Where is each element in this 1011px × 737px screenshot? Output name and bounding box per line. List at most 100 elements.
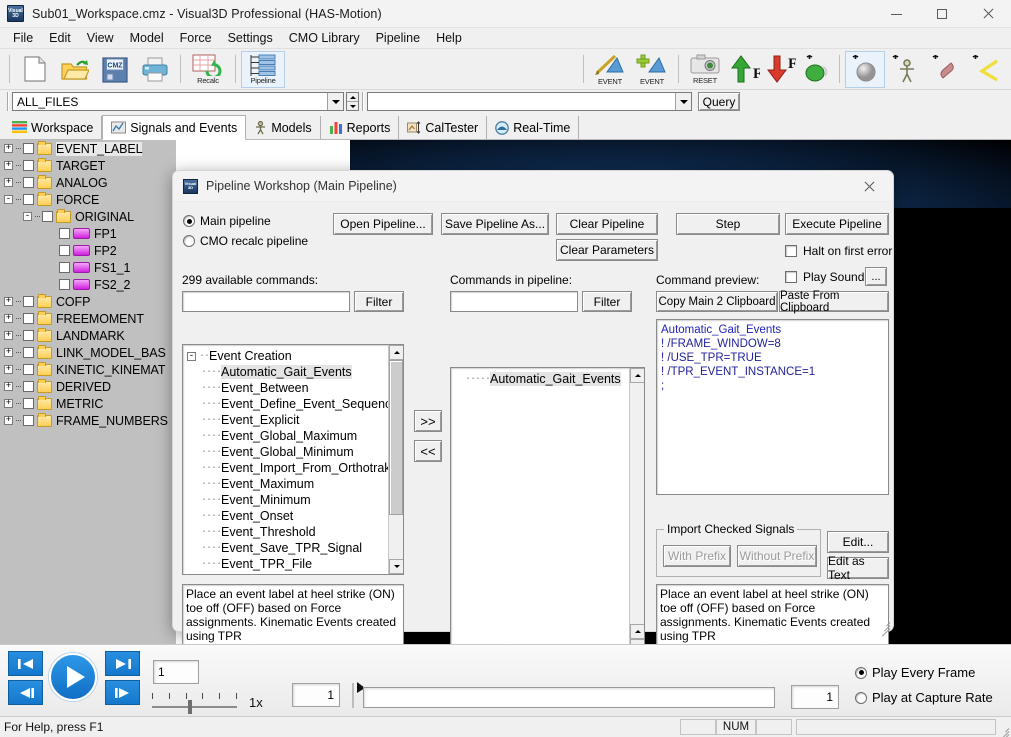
tab-reports[interactable]: Reports xyxy=(321,116,400,139)
tab-caltester[interactable]: CalTester xyxy=(399,116,488,139)
menu-item-help[interactable]: Help xyxy=(428,29,470,47)
available-filter-input[interactable] xyxy=(182,291,350,312)
force-up-button[interactable]: F xyxy=(726,51,762,88)
pipeline-list-item[interactable]: ····· Automatic_Gait_Events xyxy=(455,371,644,387)
timeline-track[interactable] xyxy=(363,687,775,708)
tree-expander-icon[interactable]: + xyxy=(4,365,13,374)
scroll-thumb[interactable] xyxy=(389,360,403,515)
tree-node-checkbox[interactable] xyxy=(23,177,34,188)
tree-expander-icon[interactable]: + xyxy=(4,178,13,187)
tree-expander-icon[interactable]: + xyxy=(4,161,13,170)
tree-node-landmark[interactable]: + LANDMARK xyxy=(0,327,176,344)
current-frame-input[interactable]: 1 xyxy=(292,683,340,707)
tree-node-frame_numbers[interactable]: + FRAME_NUMBERS xyxy=(0,412,176,429)
event-edit-button[interactable]: EVENT xyxy=(589,51,631,88)
scroll-up-button[interactable] xyxy=(630,368,644,383)
command-list-item[interactable]: ···· Event_Explicit xyxy=(187,412,403,428)
tree-node-fp2[interactable]: FP2 xyxy=(0,242,176,259)
tree-node-checkbox[interactable] xyxy=(59,262,70,273)
menu-item-settings[interactable]: Settings xyxy=(220,29,281,47)
reset-camera-button[interactable]: RESET xyxy=(684,51,726,88)
tree-expander-icon[interactable]: - xyxy=(4,195,13,204)
scroll-down-button[interactable] xyxy=(389,559,403,574)
tree-expander-icon[interactable]: + xyxy=(4,331,13,340)
command-list-item[interactable]: ···· Event_Define_Event_Sequence xyxy=(187,396,403,412)
radio-main-pipeline[interactable]: Main pipeline xyxy=(183,214,271,228)
move-left-button[interactable]: << xyxy=(414,440,442,462)
menu-item-view[interactable]: View xyxy=(79,29,122,47)
radio-play-every-frame[interactable]: Play Every Frame xyxy=(855,665,975,680)
frame-number-input[interactable]: 1 xyxy=(153,660,199,684)
command-list-item[interactable]: ···· Event_Onset xyxy=(187,508,403,524)
tree-node-fp1[interactable]: FP1 xyxy=(0,225,176,242)
tree-node-checkbox[interactable] xyxy=(23,313,34,324)
minimize-button[interactable] xyxy=(873,0,919,28)
query-button[interactable]: Query xyxy=(698,92,740,111)
tree-node-checkbox[interactable] xyxy=(23,160,34,171)
command-list-item[interactable]: ···· Event_Save_TPR_Signal xyxy=(187,540,403,556)
tree-node-checkbox[interactable] xyxy=(23,194,34,205)
tree-node-checkbox[interactable] xyxy=(23,330,34,341)
tree-node-kinetic_kinemat[interactable]: + KINETIC_KINEMAT xyxy=(0,361,176,378)
skip-to-start-button[interactable] xyxy=(8,651,43,676)
command-list-item[interactable]: ···· Event_TPR_File xyxy=(187,556,403,572)
command-preview-box[interactable]: Automatic_Gait_Events ! /FRAME_WINDOW=8 ! … xyxy=(656,319,889,495)
save-pipeline-as-button[interactable]: Save Pipeline As... xyxy=(441,213,549,235)
tree-node-original[interactable]: - ORIGINAL xyxy=(0,208,176,225)
dialog-resize-grip[interactable] xyxy=(878,617,891,637)
step-back-button[interactable] xyxy=(8,680,43,705)
with-prefix-button[interactable]: With Prefix xyxy=(663,545,731,567)
move-right-button[interactable]: >> xyxy=(414,410,442,432)
save-cmz-button[interactable]: CMZ xyxy=(95,51,135,88)
pipeline-filter-button[interactable]: Filter xyxy=(582,291,632,312)
chevron-down-icon[interactable] xyxy=(675,93,691,110)
menu-item-force[interactable]: Force xyxy=(172,29,220,47)
tab-models[interactable]: Models xyxy=(246,116,321,139)
tree-node-force[interactable]: - FORCE xyxy=(0,191,176,208)
play-sound-options-button[interactable]: ... xyxy=(865,267,887,286)
tree-node-checkbox[interactable] xyxy=(23,143,34,154)
group-expander-icon[interactable]: - xyxy=(187,351,196,361)
speed-slider-thumb[interactable] xyxy=(188,700,192,714)
command-group-event-creation[interactable]: - ·· Event Creation xyxy=(187,348,403,364)
command-list-item[interactable]: ···· Event_Global_Minimum xyxy=(187,444,403,460)
skip-to-end-button[interactable] xyxy=(105,651,140,676)
tree-expander-icon[interactable]: + xyxy=(4,314,13,323)
menu-item-file[interactable]: File xyxy=(5,29,41,47)
tree-node-checkbox[interactable] xyxy=(23,296,34,307)
menu-item-model[interactable]: Model xyxy=(122,29,172,47)
tree-node-checkbox[interactable] xyxy=(42,211,53,222)
command-list-item[interactable]: ···· Event_Between xyxy=(187,380,403,396)
scroll-up-button[interactable] xyxy=(389,345,403,360)
tree-node-cofp[interactable]: + COFP xyxy=(0,293,176,310)
menu-item-pipeline[interactable]: Pipeline xyxy=(368,29,428,47)
execute-pipeline-button[interactable]: Execute Pipeline xyxy=(785,213,889,235)
play-button[interactable] xyxy=(49,653,97,701)
copy-main-2-clipboard-button[interactable]: Copy Main 2 Clipboard xyxy=(656,291,778,312)
toggle-axes-button[interactable] xyxy=(965,51,1005,88)
maximize-button[interactable] xyxy=(919,0,965,28)
tree-node-checkbox[interactable] xyxy=(23,415,34,426)
tree-node-fs1_1[interactable]: FS1_1 xyxy=(0,259,176,276)
tree-node-event_label[interactable]: + EVENT_LABEL xyxy=(0,140,176,157)
tree-node-analog[interactable]: + ANALOG xyxy=(0,174,176,191)
tree-node-fs2_2[interactable]: FS2_2 xyxy=(0,276,176,293)
toggle-skeleton-button[interactable] xyxy=(885,51,925,88)
tree-node-checkbox[interactable] xyxy=(23,398,34,409)
close-button[interactable] xyxy=(965,0,1011,28)
tree-node-checkbox[interactable] xyxy=(59,279,70,290)
tree-node-metric[interactable]: + METRIC xyxy=(0,395,176,412)
force-down-button[interactable]: F xyxy=(762,51,798,88)
event-add-button[interactable]: EVENT xyxy=(631,51,673,88)
tree-node-derived[interactable]: + DERIVED xyxy=(0,378,176,395)
pipeline-button[interactable]: Pipeline xyxy=(241,50,285,88)
tree-expander-icon[interactable]: + xyxy=(4,382,13,391)
spinner-icon[interactable] xyxy=(346,92,359,111)
step-button[interactable]: Step xyxy=(676,213,780,235)
tree-node-checkbox[interactable] xyxy=(23,381,34,392)
tab-workspace[interactable]: Workspace xyxy=(4,116,103,139)
pipeline-filter-input[interactable] xyxy=(450,291,578,312)
dialog-close-button[interactable] xyxy=(849,173,889,200)
command-list-item[interactable]: ···· Event_Global_Maximum xyxy=(187,428,403,444)
without-prefix-button[interactable]: Without Prefix xyxy=(737,545,817,567)
